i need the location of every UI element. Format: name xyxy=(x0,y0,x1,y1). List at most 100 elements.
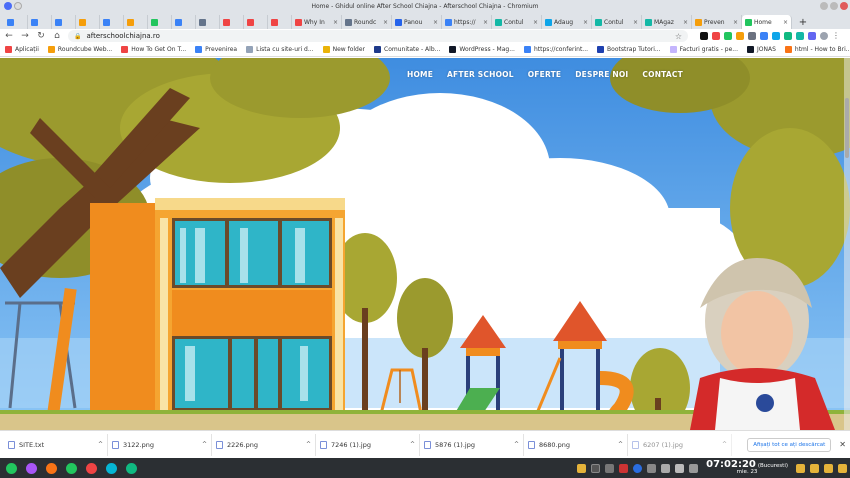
bookmark-item[interactable]: html - How to Bri... xyxy=(784,46,850,53)
extension-icon[interactable] xyxy=(796,32,804,40)
tray-icon[interactable] xyxy=(605,463,615,473)
bookmark-item[interactable]: WordPress - Mag... xyxy=(449,46,515,53)
extension-icon[interactable] xyxy=(772,32,780,40)
scrollbar-thumb[interactable] xyxy=(845,98,849,158)
browser-tab[interactable]: Roundc × xyxy=(342,15,392,29)
browser-tab[interactable] xyxy=(28,15,52,29)
tab-close-icon[interactable]: × xyxy=(533,19,538,26)
extension-icon[interactable] xyxy=(760,32,768,40)
browser-tab[interactable] xyxy=(148,15,172,29)
taskbar-app-icon[interactable] xyxy=(43,460,59,476)
bookmark-item[interactable]: Lista cu site-uri d... xyxy=(246,46,314,53)
tray-icon[interactable] xyxy=(633,463,643,473)
bookmark-star-icon[interactable]: ☆ xyxy=(675,32,682,41)
minimize-icon[interactable] xyxy=(820,2,828,10)
reload-icon[interactable]: ↻ xyxy=(36,31,46,41)
tab-close-icon[interactable]: × xyxy=(783,19,788,26)
bookmark-item[interactable]: How To Get On T... xyxy=(121,46,186,53)
bookmark-item[interactable]: Aplicații xyxy=(5,46,39,53)
bookmark-item[interactable]: Prevenirea xyxy=(195,46,237,53)
taskbar-app-icon[interactable] xyxy=(23,460,39,476)
extension-icon[interactable] xyxy=(748,32,756,40)
browser-tab[interactable]: Contul × xyxy=(592,15,642,29)
site-nav-link[interactable]: AFTER SCHOOL xyxy=(447,70,514,79)
browser-tab[interactable] xyxy=(4,15,28,29)
bookmark-item[interactable]: Roundcube Web... xyxy=(47,46,112,53)
bookmark-item[interactable]: New folder xyxy=(322,46,365,53)
bookmark-item[interactable]: https://conferint... xyxy=(523,46,588,53)
forward-arrow-icon[interactable]: → xyxy=(20,31,30,41)
pin-icon[interactable] xyxy=(14,2,22,10)
extension-icon[interactable] xyxy=(712,32,720,40)
browser-tab[interactable] xyxy=(124,15,148,29)
page-scrollbar[interactable] xyxy=(844,58,850,430)
tab-close-icon[interactable]: × xyxy=(633,19,638,26)
network-icon[interactable] xyxy=(675,463,685,473)
show-all-downloads-button[interactable]: Afișați tot ce ați descărcat xyxy=(747,437,832,452)
extension-icon[interactable] xyxy=(784,32,792,40)
taskbar-clock[interactable]: 07:02:20 (Bucuresti) mie. 23 xyxy=(706,460,788,476)
bookmark-item[interactable]: Bootstrap Tutori... xyxy=(597,46,661,53)
browser-tab[interactable] xyxy=(172,15,196,29)
browser-tab[interactable]: Panou × xyxy=(392,15,442,29)
tab-close-icon[interactable]: × xyxy=(733,19,738,26)
menu-dots-icon[interactable]: ⋮ xyxy=(832,32,840,40)
extension-icon[interactable] xyxy=(700,32,708,40)
home-icon[interactable]: ⌂ xyxy=(52,31,62,41)
tray-icon[interactable] xyxy=(619,463,629,473)
maximize-icon[interactable] xyxy=(830,2,838,10)
bookmark-item[interactable]: JONAS xyxy=(747,46,776,53)
browser-tab[interactable] xyxy=(268,15,292,29)
browser-tab[interactable]: https:// × xyxy=(442,15,492,29)
taskbar-app-icon[interactable] xyxy=(83,460,99,476)
bluetooth-icon[interactable] xyxy=(661,463,671,473)
browser-tab[interactable] xyxy=(244,15,268,29)
close-download-shelf-icon[interactable]: ✕ xyxy=(839,440,846,449)
tray-icon[interactable] xyxy=(647,463,657,473)
download-item[interactable]: 8680.png ^ xyxy=(524,433,628,456)
site-nav-link[interactable]: DESPRE NOI xyxy=(575,70,628,79)
download-item[interactable]: 2226.png ^ xyxy=(212,433,316,456)
back-arrow-icon[interactable]: ← xyxy=(4,31,14,41)
browser-tab[interactable]: Preven × xyxy=(692,15,742,29)
tab-close-icon[interactable]: × xyxy=(483,19,488,26)
site-nav-link[interactable]: HOME xyxy=(407,70,433,79)
tab-close-icon[interactable]: × xyxy=(383,19,388,26)
download-item[interactable]: 6207 (1).jpg ^ xyxy=(628,433,732,456)
tray-icon[interactable] xyxy=(591,463,601,473)
window-menu-icon[interactable] xyxy=(4,2,12,10)
browser-tab[interactable]: Adaug × xyxy=(542,15,592,29)
download-item[interactable]: 3122.png ^ xyxy=(108,433,212,456)
download-item[interactable]: 7246 (1).jpg ^ xyxy=(316,433,420,456)
browser-tab[interactable] xyxy=(52,15,76,29)
taskbar-app-icon[interactable] xyxy=(103,460,119,476)
site-nav-link[interactable]: CONTACT xyxy=(642,70,683,79)
chevron-up-icon[interactable]: ^ xyxy=(514,441,519,448)
tray-icon[interactable] xyxy=(810,463,819,473)
tray-icon[interactable] xyxy=(796,463,805,473)
extension-icon[interactable] xyxy=(736,32,744,40)
extension-icon[interactable] xyxy=(724,32,732,40)
chevron-up-icon[interactable]: ^ xyxy=(722,441,727,448)
taskbar-app-icon[interactable] xyxy=(63,460,79,476)
address-bar[interactable]: 🔒 afterschoolchiajna.ro ☆ xyxy=(68,30,688,42)
close-window-icon[interactable] xyxy=(840,2,848,10)
browser-tab[interactable]: Why In × xyxy=(292,15,342,29)
browser-tab[interactable] xyxy=(196,15,220,29)
browser-tab[interactable]: Home × xyxy=(742,15,792,29)
site-nav-link[interactable]: OFERTE xyxy=(528,70,562,79)
tray-icon[interactable] xyxy=(838,463,847,473)
download-item[interactable]: SITE.txt ^ xyxy=(4,433,108,456)
extension-icon[interactable] xyxy=(808,32,816,40)
download-item[interactable]: 5876 (1).jpg ^ xyxy=(420,433,524,456)
chevron-up-icon[interactable]: ^ xyxy=(306,441,311,448)
browser-tab[interactable]: Contul × xyxy=(492,15,542,29)
taskbar-app-icon[interactable] xyxy=(3,460,19,476)
browser-tab[interactable] xyxy=(100,15,124,29)
taskbar-app-icon[interactable] xyxy=(123,460,139,476)
tray-icon[interactable] xyxy=(824,463,833,473)
chevron-up-icon[interactable]: ^ xyxy=(410,441,415,448)
browser-tab[interactable] xyxy=(76,15,100,29)
profile-avatar-icon[interactable] xyxy=(820,32,828,40)
bookmark-item[interactable]: Comunitate - Alb... xyxy=(374,46,440,53)
